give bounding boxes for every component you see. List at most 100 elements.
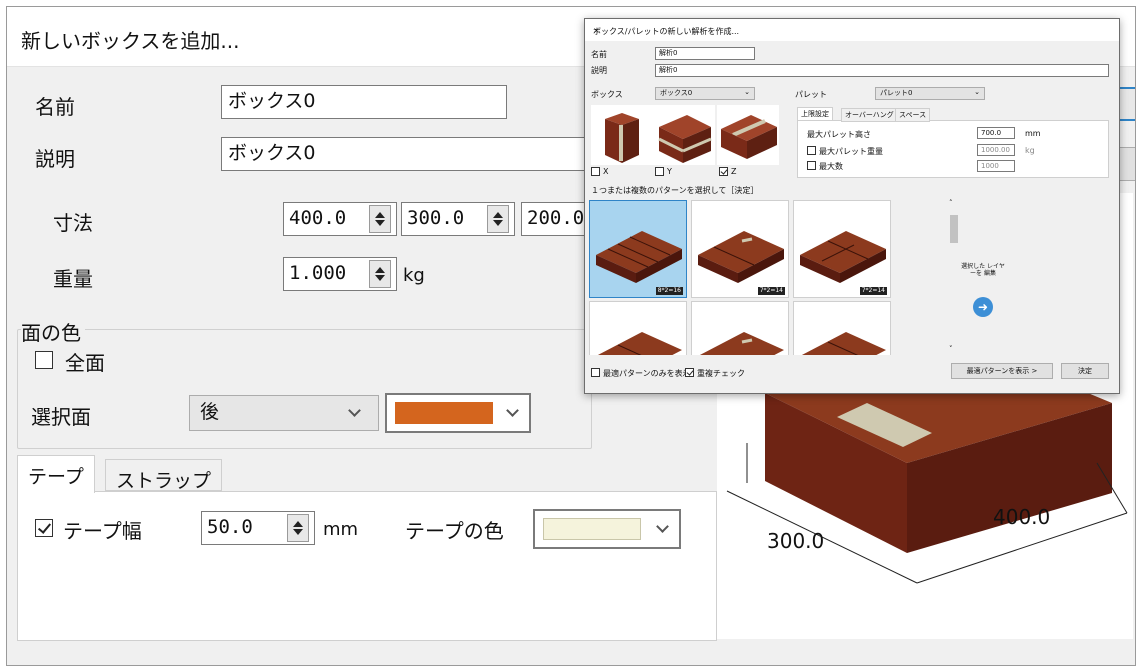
analysis-name-label: 名前 xyxy=(591,50,607,59)
analysis-desc-input[interactable]: 解析0 xyxy=(655,64,1109,77)
dialog-title: 新しいボックスを追加... xyxy=(21,29,240,53)
pallet-pattern-icon xyxy=(800,231,886,283)
chevron-down-icon xyxy=(656,520,669,533)
tape-color-label: テープの色 xyxy=(405,519,504,543)
selected-face-dropdown[interactable]: 後 xyxy=(189,395,379,431)
tab-tape[interactable]: テープ xyxy=(17,455,95,493)
weight-unit: kg xyxy=(403,265,425,286)
selected-face-label: 選択面 xyxy=(31,405,91,429)
pattern-tile[interactable]: 7*2=14 xyxy=(793,200,891,298)
orientation-x-image[interactable] xyxy=(591,105,653,165)
spin-arrows-icon[interactable] xyxy=(369,260,391,288)
preview-dim-300: 300.0 xyxy=(767,529,825,553)
pallet-pattern-icon xyxy=(698,231,784,283)
scroll-down-icon[interactable]: ˅ xyxy=(949,345,953,353)
analysis-title-bar: ボックス/パレットの新しい解析を作成... × xyxy=(585,19,1119,41)
best-only-label: 最適パターンのみを表示 xyxy=(603,369,691,378)
pattern-grid: 8*2=16 7*2=14 7*2=14 xyxy=(589,197,943,355)
box-select-value: ボックス0 xyxy=(660,89,693,97)
pallet-select-value: パレット0 xyxy=(880,89,913,97)
all-faces-checkbox[interactable] xyxy=(35,351,53,369)
dimension-width-stepper[interactable]: 300.0 xyxy=(401,202,515,236)
pattern-tile[interactable] xyxy=(691,301,789,355)
box-select-dropdown[interactable]: ボックス0 ⌄ xyxy=(655,87,755,100)
pallet-pattern-icon xyxy=(801,332,886,355)
pattern-count-label: 7*2=14 xyxy=(757,287,785,295)
max-height-label: 最大パレット高さ xyxy=(807,130,871,139)
dimensions-label: 寸法 xyxy=(53,211,93,235)
pattern-count-label: 8*2=16 xyxy=(655,287,683,295)
spin-arrows-icon[interactable] xyxy=(487,205,509,233)
max-count-checkbox[interactable] xyxy=(807,161,816,170)
pattern-tile[interactable]: 7*2=14 xyxy=(691,200,789,298)
max-height-unit: mm xyxy=(1025,129,1041,138)
face-color-picker[interactable] xyxy=(385,393,531,433)
orientation-x-checkbox[interactable] xyxy=(591,167,600,176)
dimension-length-stepper[interactable]: 400.0 xyxy=(283,202,397,236)
tape-width-stepper[interactable]: 50.0 xyxy=(201,511,315,545)
tab-strap[interactable]: ストラップ xyxy=(105,459,223,492)
max-weight-checkbox[interactable] xyxy=(807,146,816,155)
best-only-checkbox[interactable] xyxy=(591,368,600,377)
orientation-z-label: Z xyxy=(731,167,737,176)
pallet-pattern-icon xyxy=(699,332,784,355)
overlap-check-checkbox[interactable] xyxy=(685,368,694,377)
pattern-count-label: 7*2=14 xyxy=(859,287,887,295)
max-weight-input[interactable]: 1000.00 xyxy=(977,144,1015,156)
face-color-group-label: 面の色 xyxy=(21,317,85,346)
tape-color-picker[interactable] xyxy=(533,509,681,549)
description-input[interactable]: ボックス0 xyxy=(221,137,601,171)
box-select-label: ボックス xyxy=(591,90,623,99)
box-orientation-y-icon xyxy=(658,115,712,163)
max-weight-label: 最大パレット重量 xyxy=(819,147,883,156)
show-best-patterns-button[interactable]: 最適パターンを表示 > xyxy=(951,363,1053,379)
name-label: 名前 xyxy=(35,95,75,119)
orientation-x-label: X xyxy=(603,167,609,176)
analysis-desc-label: 説明 xyxy=(591,66,607,75)
edit-layer-label: 選択した レイヤーを 編集 xyxy=(961,263,1005,277)
orientation-z-image[interactable] xyxy=(717,105,779,165)
tab-space[interactable]: スペース xyxy=(895,108,931,122)
scrollbar-thumb[interactable] xyxy=(950,215,958,243)
chevron-down-icon xyxy=(348,404,361,417)
analysis-name-input[interactable]: 解析0 xyxy=(655,47,755,60)
pattern-tile[interactable] xyxy=(589,301,687,355)
chevron-down-icon xyxy=(506,404,519,417)
spin-arrows-icon[interactable] xyxy=(369,205,391,233)
name-input[interactable]: ボックス0 xyxy=(221,85,507,119)
max-count-label: 最大数 xyxy=(819,162,843,171)
preview-dim-400: 400.0 xyxy=(993,505,1051,529)
close-icon[interactable]: × xyxy=(593,26,1111,35)
weight-stepper[interactable]: 1.000 xyxy=(283,257,397,291)
pallet-pattern-icon xyxy=(596,231,682,283)
edit-layer-button[interactable]: 選択した レイヤーを 編集 ➜ xyxy=(961,259,1005,323)
orientation-y-checkbox[interactable] xyxy=(655,167,664,176)
pallet-select-dropdown[interactable]: パレット0 ⌄ xyxy=(875,87,985,100)
max-height-input[interactable]: 700.0 xyxy=(977,127,1015,139)
box-orientation-z-icon xyxy=(721,115,777,159)
orientation-z-checkbox[interactable] xyxy=(719,167,728,176)
tab-constraints[interactable]: 上限設定 xyxy=(797,107,833,120)
selected-face-value: 後 xyxy=(200,401,220,423)
scroll-up-icon[interactable]: ˄ xyxy=(949,199,953,207)
pattern-tile[interactable]: 8*2=16 xyxy=(589,200,687,298)
tape-color-swatch xyxy=(543,518,641,540)
arrow-right-icon: ➜ xyxy=(973,297,993,317)
tape-width-checkbox[interactable] xyxy=(35,519,53,537)
pattern-prompt: １つまたは複数のパターンを選択して［決定］ xyxy=(591,186,759,195)
tape-width-label: テープ幅 xyxy=(63,519,142,543)
box-orientation-x-icon xyxy=(605,113,639,163)
pattern-scrollbar[interactable]: ˄ ˅ xyxy=(949,199,959,355)
pallet-pattern-icon xyxy=(597,332,682,355)
orientation-y-image[interactable] xyxy=(653,105,715,165)
new-analysis-dialog: ボックス/パレットの新しい解析を作成... × 名前 解析0 説明 解析0 ボッ… xyxy=(584,18,1120,394)
tab-overhang[interactable]: オーバーハング xyxy=(841,108,898,122)
spin-arrows-icon[interactable] xyxy=(287,514,309,542)
pattern-tile[interactable] xyxy=(793,301,891,355)
all-faces-label: 全面 xyxy=(65,351,105,375)
chevron-down-icon: ⌄ xyxy=(744,88,750,96)
ok-button[interactable]: 決定 xyxy=(1061,363,1109,379)
max-count-input[interactable]: 1000 xyxy=(977,160,1015,172)
description-label: 説明 xyxy=(35,147,75,171)
face-color-swatch xyxy=(395,402,493,424)
